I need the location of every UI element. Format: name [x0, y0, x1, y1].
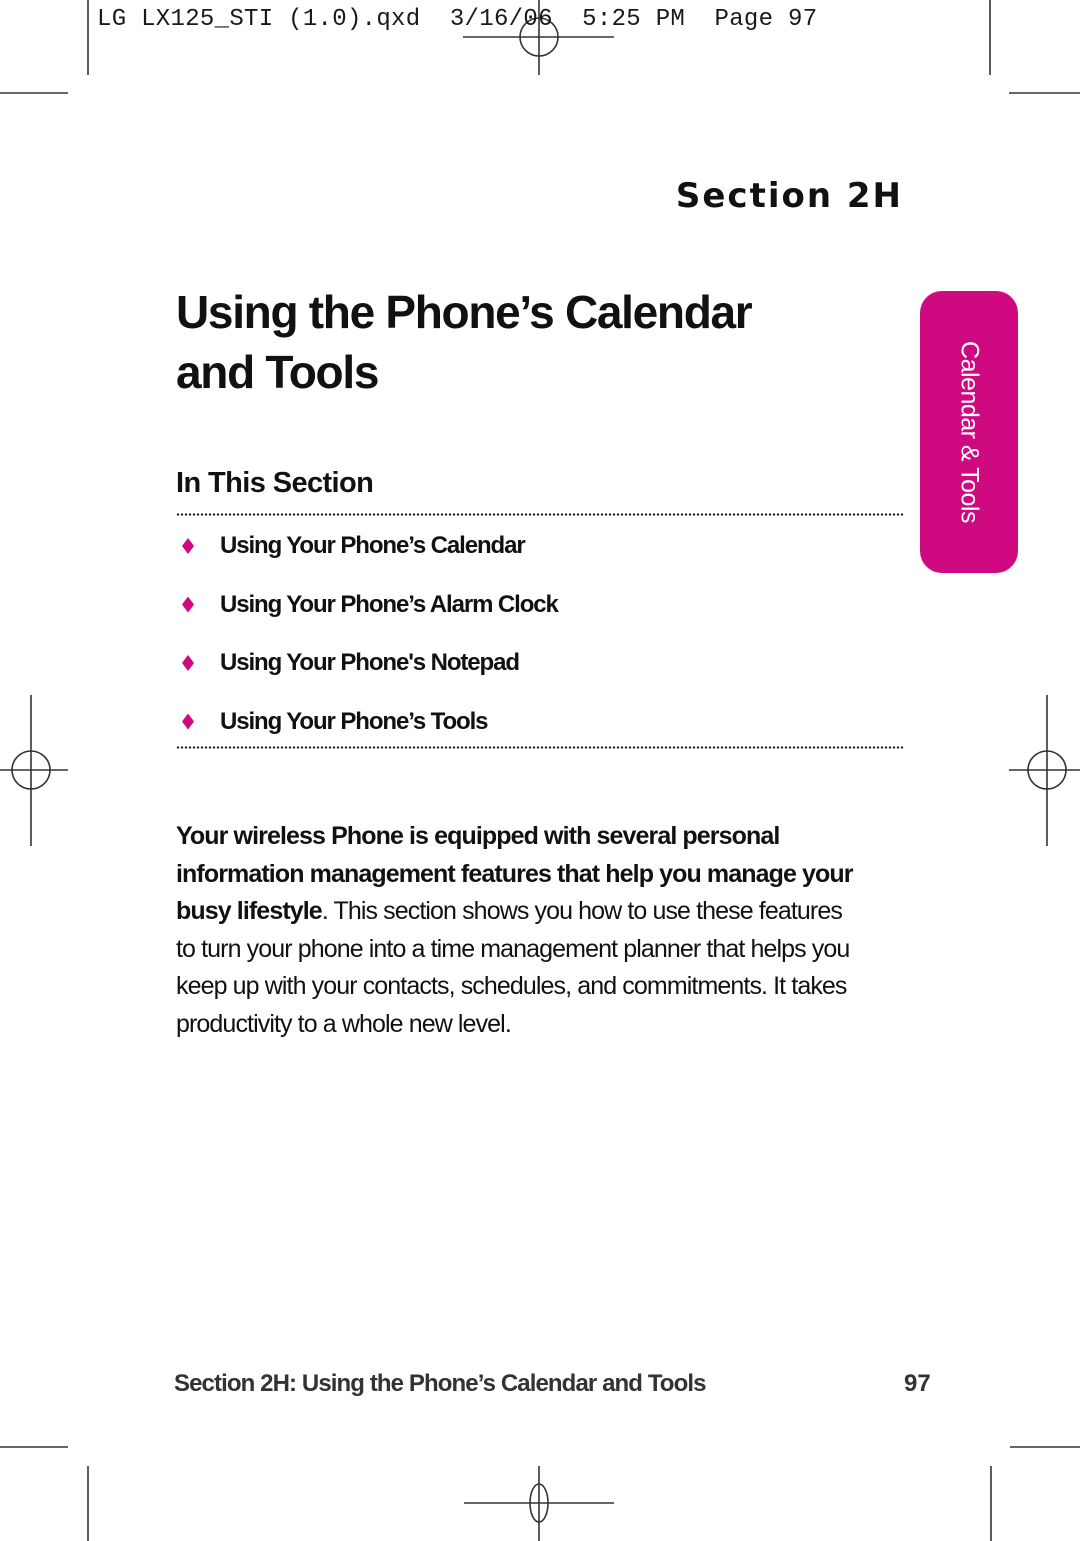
page-title: Using the Phone’s Calendar and Tools — [176, 282, 816, 402]
diamond-icon — [182, 596, 194, 613]
footer-running-title: Section 2H: Using the Phone’s Calendar a… — [174, 1370, 706, 1397]
section-label: Section 2H — [675, 176, 903, 216]
list-item: Using Your Phone's Notepad — [176, 643, 558, 683]
section-tab-label: Calendar & Tools — [955, 341, 984, 523]
crop-marks — [0, 0, 1080, 1541]
list-item-label: Using Your Phone’s Calendar — [220, 532, 526, 559]
registration-mark-left — [0, 695, 68, 846]
registration-mark-right — [1009, 695, 1080, 846]
list-item-label: Using Your Phone's Notepad — [220, 649, 520, 676]
dotted-divider-bottom — [176, 746, 904, 749]
in-this-section-heading: In This Section — [176, 467, 374, 499]
list-item: Using Your Phone’s Calendar — [176, 526, 558, 566]
intro-paragraph: Your wireless Phone is equipped with sev… — [176, 818, 856, 1043]
diamond-icon — [182, 538, 194, 554]
list-item-label: Using Your Phone’s Tools — [220, 707, 489, 735]
list-item-label: Using Your Phone’s Alarm Clock — [220, 590, 559, 618]
dotted-divider-top — [176, 513, 904, 516]
section-contents-list: Using Your Phone’s Calendar Using Your P… — [176, 526, 559, 760]
diamond-icon — [182, 713, 194, 730]
print-slug-line: LG LX125_STI (1.0).qxd 3/16/06 5:25 PM P… — [97, 6, 818, 33]
list-item: Using Your Phone’s Tools — [176, 702, 558, 742]
page-title-line-2: and Tools — [176, 346, 379, 398]
page-title-line-1: Using the Phone’s Calendar — [176, 286, 753, 338]
diamond-icon — [182, 655, 194, 671]
footer-page-number: 97 — [904, 1370, 931, 1397]
section-tab: Calendar & Tools — [920, 291, 1018, 573]
list-item: Using Your Phone’s Alarm Clock — [176, 585, 559, 625]
registration-mark-bottom — [464, 1466, 614, 1541]
